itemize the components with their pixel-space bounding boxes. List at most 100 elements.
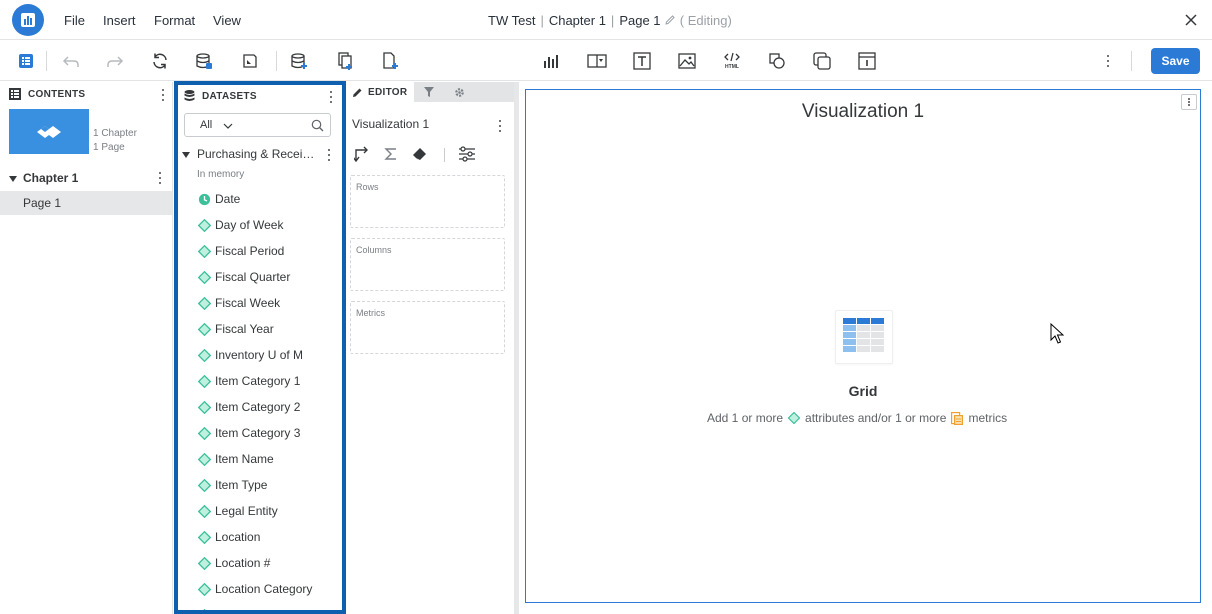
app-logo-icon[interactable] xyxy=(12,4,44,36)
undo-icon[interactable] xyxy=(61,51,81,71)
filter-panel-icon[interactable] xyxy=(587,51,607,71)
attribute-item[interactable]: Inventory U of M xyxy=(178,343,342,369)
dataset-item[interactable]: Purchasing & Receiving xyxy=(178,145,342,165)
menu-format[interactable]: Format xyxy=(154,13,195,28)
add-data-icon[interactable] xyxy=(289,51,309,71)
data-mode-icon[interactable] xyxy=(194,51,214,71)
grid-hint-text: attributes and/or 1 or more xyxy=(805,411,947,425)
html-container-icon[interactable]: HTML xyxy=(722,51,742,71)
attribute-item[interactable]: Day of Week xyxy=(178,213,342,239)
attribute-item[interactable]: Fiscal Year xyxy=(178,317,342,343)
settings-sliders-icon[interactable] xyxy=(458,146,476,162)
attribute-item[interactable]: Fiscal Quarter xyxy=(178,265,342,291)
add-page-icon[interactable] xyxy=(380,51,400,71)
attribute-item[interactable]: Location Category xyxy=(178,603,342,610)
toc-toggle-icon[interactable] xyxy=(16,51,36,71)
list-icon xyxy=(9,88,21,100)
bar-chart-icon[interactable] xyxy=(541,51,561,71)
attribute-icon xyxy=(198,401,211,414)
refresh-icon[interactable] xyxy=(150,51,170,71)
attribute-item[interactable]: Item Category 2 xyxy=(178,395,342,421)
toolbar: HTML Save xyxy=(0,41,1212,81)
search-icon[interactable] xyxy=(311,119,324,132)
attribute-item[interactable]: Item Name xyxy=(178,447,342,473)
pause-data-icon[interactable] xyxy=(240,51,260,71)
columns-drop-zone[interactable]: Columns xyxy=(350,238,505,291)
close-icon[interactable] xyxy=(1183,12,1199,28)
dataset-filter-select[interactable]: All xyxy=(200,119,212,131)
information-window-icon[interactable] xyxy=(857,51,877,71)
chapter-thumbnail[interactable] xyxy=(9,109,89,154)
attribute-list: Date Day of Week Fiscal Period Fiscal Quart… xyxy=(178,187,342,610)
attribute-item[interactable]: Item Category 3 xyxy=(178,421,342,447)
contents-menu-icon[interactable] xyxy=(158,88,168,102)
image-icon[interactable] xyxy=(677,51,697,71)
eraser-icon[interactable] xyxy=(412,146,428,162)
grid-label: Grid xyxy=(848,383,878,399)
visualization-title[interactable]: Visualization 1 xyxy=(526,101,1200,123)
visualization-container[interactable]: Visualization 1 Grid Add 1 or more attri… xyxy=(525,89,1201,603)
caret-down-icon[interactable] xyxy=(9,175,17,183)
attribute-label: Item Category 2 xyxy=(215,400,301,414)
thumbnail-meta: 1 Chapter 1 Page xyxy=(93,127,137,155)
shapes-icon[interactable] xyxy=(767,51,787,71)
menu-view[interactable]: View xyxy=(213,13,241,28)
tab-format[interactable] xyxy=(444,82,474,102)
chapter-item[interactable]: Chapter 1 xyxy=(0,167,172,189)
menu-bar: File Insert Format View TW Test | Chapter … xyxy=(0,0,1212,40)
attribute-label: Location # xyxy=(215,556,271,570)
menu-file[interactable]: File xyxy=(64,13,85,28)
attribute-item[interactable]: Location # xyxy=(178,551,342,577)
duplicate-page-icon[interactable] xyxy=(335,51,355,71)
visualization-menu-button[interactable] xyxy=(1181,94,1197,110)
attribute-item[interactable]: Legal Entity xyxy=(178,499,342,525)
more-options-icon[interactable] xyxy=(1103,54,1113,68)
attribute-label: Item Name xyxy=(215,452,274,466)
grid-placeholder-icon xyxy=(835,310,893,364)
attribute-label: Item Category 1 xyxy=(215,374,301,388)
dataset-menu-icon[interactable] xyxy=(324,148,334,162)
chapter-menu-icon[interactable] xyxy=(155,171,165,185)
metrics-drop-zone[interactable]: Metrics xyxy=(350,301,505,354)
clock-icon xyxy=(198,193,211,206)
panel-stack-icon[interactable] xyxy=(812,51,832,71)
sigma-icon[interactable] xyxy=(384,147,398,161)
page-item[interactable]: Page 1 xyxy=(0,191,172,215)
dataset-search-box[interactable]: All xyxy=(184,113,331,137)
attribute-item[interactable]: Fiscal Period xyxy=(178,239,342,265)
attribute-label: Inventory U of M xyxy=(215,348,304,362)
menu-insert[interactable]: Insert xyxy=(103,13,136,28)
chapter-name: Chapter 1 xyxy=(548,13,606,28)
editor-visualization-title: Visualization 1 xyxy=(352,117,430,131)
chevron-down-icon[interactable] xyxy=(223,123,233,129)
tab-editor[interactable]: EDITOR xyxy=(346,82,414,102)
grid-hint-text: Add 1 or more xyxy=(707,411,784,425)
attribute-item[interactable]: Fiscal Week xyxy=(178,291,342,317)
toolbar-divider xyxy=(1131,51,1132,71)
chapter-count: 1 Chapter xyxy=(93,128,137,139)
database-icon xyxy=(184,90,195,101)
datasets-menu-icon[interactable] xyxy=(326,90,336,104)
attribute-item[interactable]: Date xyxy=(178,187,342,213)
datasets-title: DATASETS xyxy=(202,90,257,102)
redo-icon[interactable] xyxy=(105,51,125,71)
columns-label: Columns xyxy=(356,245,392,255)
editor-tabs: EDITOR xyxy=(346,82,514,102)
editor-viz-menu-icon[interactable] xyxy=(495,119,505,133)
save-button[interactable]: Save xyxy=(1151,48,1200,74)
text-box-icon[interactable] xyxy=(632,51,652,71)
attribute-item[interactable]: Location Category xyxy=(178,577,342,603)
tab-filter[interactable] xyxy=(414,82,444,102)
datasets-panel: DATASETS All Purchasing & Receiving In m… xyxy=(174,81,346,614)
attribute-item[interactable]: Location xyxy=(178,525,342,551)
caret-down-icon[interactable] xyxy=(182,151,190,159)
attribute-label: Location Category xyxy=(215,582,313,596)
editor-divider xyxy=(444,148,445,162)
attribute-item[interactable]: Item Category 1 xyxy=(178,369,342,395)
attribute-item[interactable]: Item Type xyxy=(178,473,342,499)
swap-axes-icon[interactable] xyxy=(354,146,370,162)
page-label: Page 1 xyxy=(23,196,62,210)
rows-drop-zone[interactable]: Rows xyxy=(350,175,505,228)
attribute-icon xyxy=(198,297,211,310)
page-name: Page 1 xyxy=(619,13,661,28)
